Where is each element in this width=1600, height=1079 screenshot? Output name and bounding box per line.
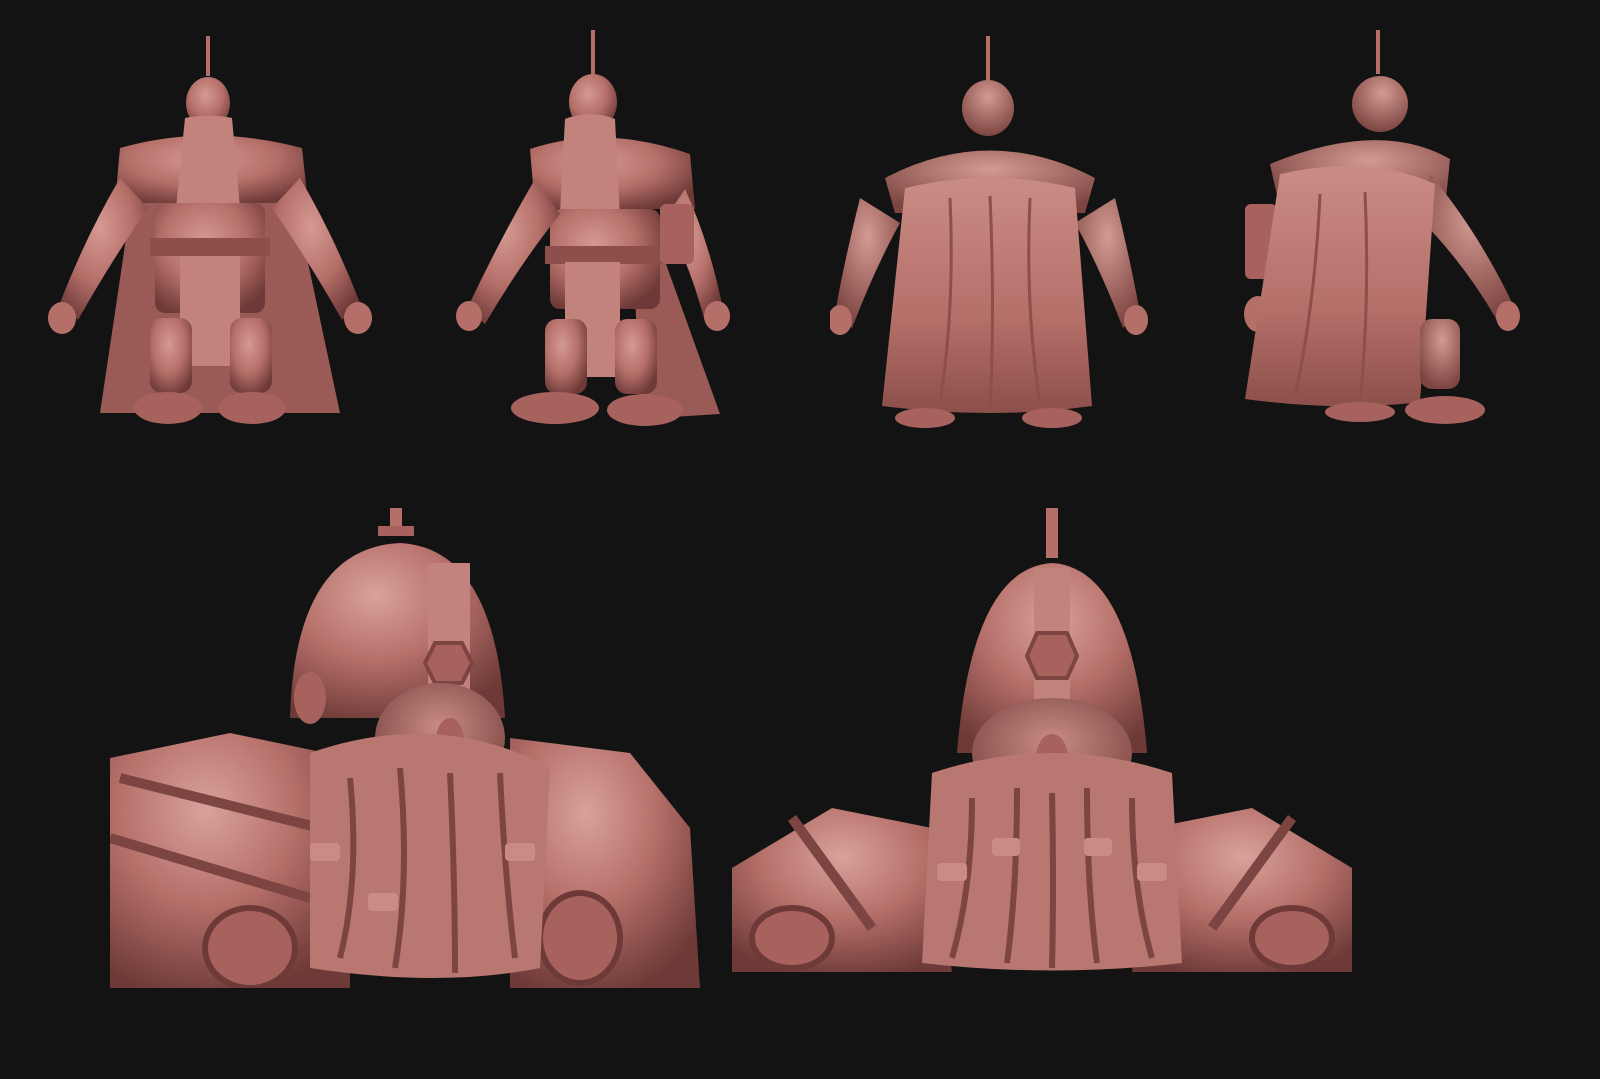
turnaround-view-front — [40, 28, 380, 438]
dwarf-front-figure — [48, 36, 372, 424]
turnaround-sheet — [0, 0, 1600, 1079]
dwarf-three-quarter-back-figure — [1244, 30, 1520, 424]
turnaround-view-three-quarter-front — [455, 24, 745, 438]
turnaround-view-three-quarter-back — [1240, 24, 1525, 438]
dwarf-head-front-render — [732, 508, 1352, 972]
turnaround-view-back — [830, 28, 1150, 438]
dwarf-three-quarter-front-figure — [456, 30, 730, 426]
closeup-head-three-quarter — [110, 508, 700, 988]
dwarf-head-three-quarter-render — [110, 508, 700, 988]
closeup-head-front — [732, 508, 1352, 972]
dwarf-back-figure — [830, 36, 1148, 428]
